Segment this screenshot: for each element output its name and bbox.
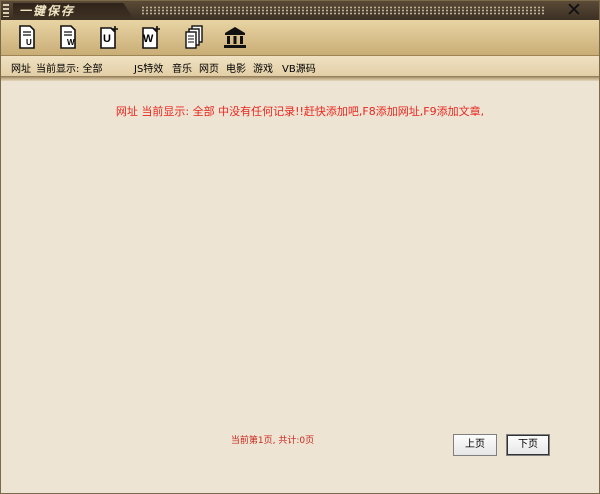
main-window: 一键保存 ✕ U W U W 网址 当前显示: 全部 JS特效 音乐 网页 电影… [0,0,600,494]
copy-pages-icon [185,25,203,49]
svg-text:W: W [143,33,154,45]
category-js[interactable]: JS特效 [134,60,163,75]
category-game[interactable]: 游戏 [253,60,273,75]
category-vb[interactable]: VB源码 [282,60,316,75]
toolbar: U W U W [1,20,599,56]
bank-button[interactable] [222,24,248,50]
svg-text:W: W [67,38,75,47]
add-url-icon: U [100,26,118,49]
empty-message: 网址 当前显示: 全部 中没有任何记录!!赶快添加吧,F8添加网址,F9添加文章… [115,105,485,118]
save-url-button[interactable]: U [14,24,40,50]
save-url-icon: U [19,25,35,49]
prev-page-button[interactable]: 上页 [453,434,497,456]
add-article-button[interactable]: W [138,24,164,50]
bank-icon [224,27,246,48]
grip-icon[interactable] [3,4,9,17]
svg-text:U: U [103,33,111,45]
window-title: 一键保存 [19,4,76,18]
save-web-icon: W [60,25,76,49]
category-bar: 网址 当前显示: 全部 JS特效 音乐 网页 电影 游戏 VB源码 [1,56,599,76]
close-button[interactable]: ✕ [563,1,585,20]
category-web[interactable]: 网页 [199,60,219,75]
title-texture [141,6,545,15]
current-type-link[interactable]: 网址 [11,60,31,75]
category-movie[interactable]: 电影 [226,60,246,75]
add-article-icon: W [142,26,160,49]
add-url-button[interactable]: U [96,24,122,50]
category-music[interactable]: 音乐 [172,60,192,75]
save-web-button[interactable]: W [55,24,81,50]
next-page-button[interactable]: 下页 [506,434,550,456]
title-bar[interactable]: 一键保存 ✕ [1,1,599,20]
current-filter-label: 当前显示: 全部 [36,64,103,75]
pages-button[interactable] [181,24,207,50]
svg-text:U: U [26,38,32,47]
content-area: 网址 当前显示: 全部 中没有任何记录!!赶快添加吧,F8添加网址,F9添加文章… [1,81,599,493]
